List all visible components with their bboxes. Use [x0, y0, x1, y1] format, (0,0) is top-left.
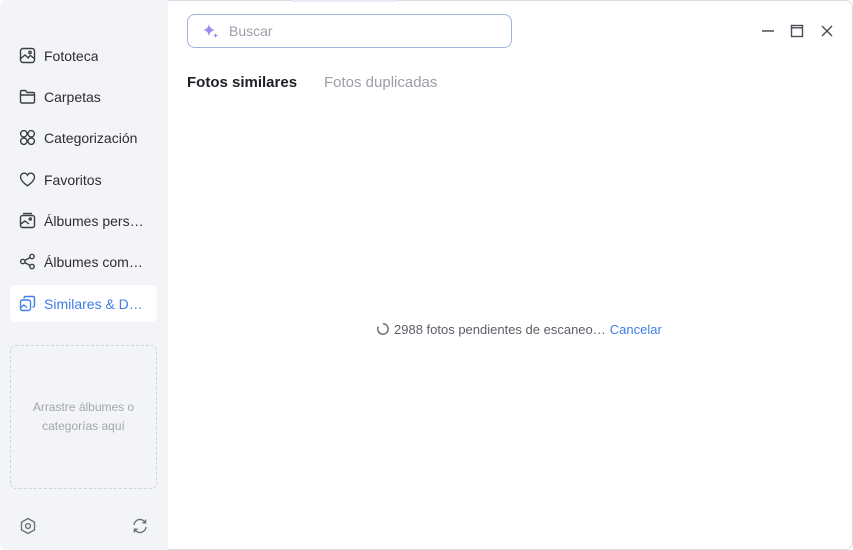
album-dropzone[interactable]: Arrastre álbumes o categorías aquí [10, 345, 157, 489]
grid-categories-icon [18, 129, 36, 147]
loading-spinner-icon [376, 322, 390, 336]
personal-album-icon [18, 212, 36, 230]
sidebar-item-carpetas[interactable]: Carpetas [10, 78, 157, 115]
app-window: Fototeca Carpetas Categorización Favorit… [0, 0, 853, 550]
sidebar: Fototeca Carpetas Categorización Favorit… [0, 0, 168, 550]
settings-hex-icon[interactable] [18, 516, 38, 536]
sidebar-item-label: Fototeca [44, 47, 99, 64]
sidebar-item-categorizacion[interactable]: Categorización [10, 119, 157, 156]
cancel-scan-link[interactable]: Cancelar [610, 322, 662, 337]
folder-icon [18, 88, 36, 106]
sidebar-item-label: Carpetas [44, 88, 101, 105]
minimize-icon [761, 24, 775, 38]
sidebar-item-albumes-personales[interactable]: Álbumes personales [10, 202, 157, 239]
refresh-icon[interactable] [130, 516, 150, 536]
sidebar-item-fototeca[interactable]: Fototeca [10, 37, 157, 74]
heart-icon [18, 171, 36, 189]
share-icon [18, 253, 36, 271]
similar-photos-icon [18, 295, 36, 313]
window-drag-strip [292, 0, 398, 2]
sidebar-item-similares-duplicadas[interactable]: Similares & Duplicadas [10, 285, 157, 322]
close-icon [820, 24, 834, 38]
sidebar-item-label: Álbumes personales [44, 212, 148, 229]
search-input[interactable] [227, 22, 491, 40]
scan-status: 2988 fotos pendientes de escaneo… Cancel… [376, 320, 662, 338]
sidebar-item-label: Álbumes compartidos [44, 253, 148, 270]
ai-sparkle-icon [200, 21, 220, 41]
minimize-button[interactable] [759, 22, 777, 40]
tab-fotos-duplicadas[interactable]: Fotos duplicadas [324, 74, 437, 91]
sidebar-item-label: Favoritos [44, 171, 102, 188]
close-button[interactable] [818, 22, 836, 40]
dropzone-text: Arrastre álbumes o categorías aquí [32, 400, 135, 433]
sidebar-item-albumes-compartidos[interactable]: Álbumes compartidos [10, 243, 157, 280]
photo-library-icon [18, 47, 36, 65]
sidebar-item-label: Similares & Duplicadas [44, 295, 148, 312]
tab-fotos-similares[interactable]: Fotos similares [187, 74, 297, 91]
sidebar-item-label: Categorización [44, 129, 138, 146]
search-bar[interactable] [187, 14, 512, 48]
maximize-button[interactable] [788, 22, 806, 40]
maximize-icon [790, 24, 804, 38]
scan-status-message: 2988 fotos pendientes de escaneo… [394, 321, 606, 337]
sidebar-item-favoritos[interactable]: Favoritos [10, 161, 157, 198]
